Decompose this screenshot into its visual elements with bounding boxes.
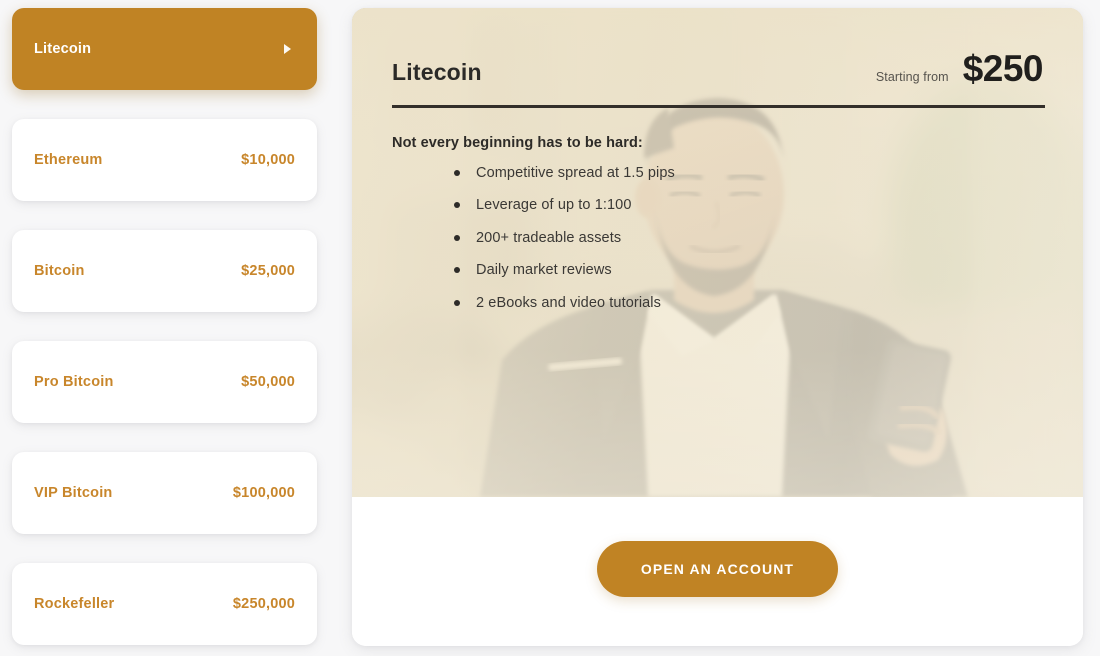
list-item: Leverage of up to 1:100 (454, 198, 1043, 213)
list-item: Daily market reviews (454, 263, 1043, 278)
plan-hero: Litecoin Starting from $250 Not every be… (352, 8, 1083, 497)
list-item: Competitive spread at 1.5 pips (454, 165, 1043, 181)
plan-price: $50,000 (241, 374, 295, 390)
price-value: $250 (962, 47, 1044, 89)
header-divider (392, 105, 1045, 108)
page-title: Litecoin (392, 59, 482, 85)
plan-name: Bitcoin (34, 263, 85, 279)
sidebar-item-rockefeller[interactable]: Rockefeller $250,000 (12, 563, 317, 645)
plan-name: Pro Bitcoin (34, 374, 114, 390)
sidebar-item-pro-bitcoin[interactable]: Pro Bitcoin $50,000 (12, 341, 317, 423)
hero-header-row: Litecoin Starting from $250 (392, 38, 1044, 89)
list-item: 2 eBooks and video tutorials (454, 295, 1043, 311)
account-types-page: Litecoin Ethereum $10,000 Bitcoin $25,00… (0, 0, 1100, 656)
plan-price: $10,000 (241, 152, 295, 168)
price-block: Starting from $250 (875, 47, 1044, 89)
feature-list: Competitive spread at 1.5 pips Leverage … (454, 165, 1043, 311)
chevron-right-icon (284, 44, 291, 54)
features-heading: Not every beginning has to be hard: (392, 134, 643, 151)
sidebar-item-bitcoin[interactable]: Bitcoin $25,000 (12, 230, 317, 312)
card-footer: OPEN AN ACCOUNT (352, 497, 1083, 646)
plan-detail-card: Litecoin Starting from $250 Not every be… (352, 8, 1083, 646)
plan-name: VIP Bitcoin (34, 485, 113, 501)
plan-name: Ethereum (34, 152, 103, 168)
plan-price: $25,000 (241, 263, 295, 279)
plan-price: $100,000 (232, 485, 295, 501)
plan-name: Rockefeller (34, 596, 115, 612)
sidebar-item-vip-bitcoin[interactable]: VIP Bitcoin $100,000 (12, 452, 317, 534)
sidebar-item-ethereum[interactable]: Ethereum $10,000 (12, 119, 317, 201)
list-item: 200+ tradeable assets (454, 230, 1043, 246)
plan-price: $250,000 (232, 596, 295, 612)
plan-name: Litecoin (34, 41, 92, 57)
plan-list-sidebar: Litecoin Ethereum $10,000 Bitcoin $25,00… (12, 8, 317, 648)
price-label: Starting from (875, 69, 949, 84)
open-an-account-button[interactable]: OPEN AN ACCOUNT (596, 541, 839, 597)
sidebar-item-litecoin[interactable]: Litecoin (12, 8, 317, 90)
hero-content: Litecoin Starting from $250 Not every be… (352, 8, 1083, 497)
